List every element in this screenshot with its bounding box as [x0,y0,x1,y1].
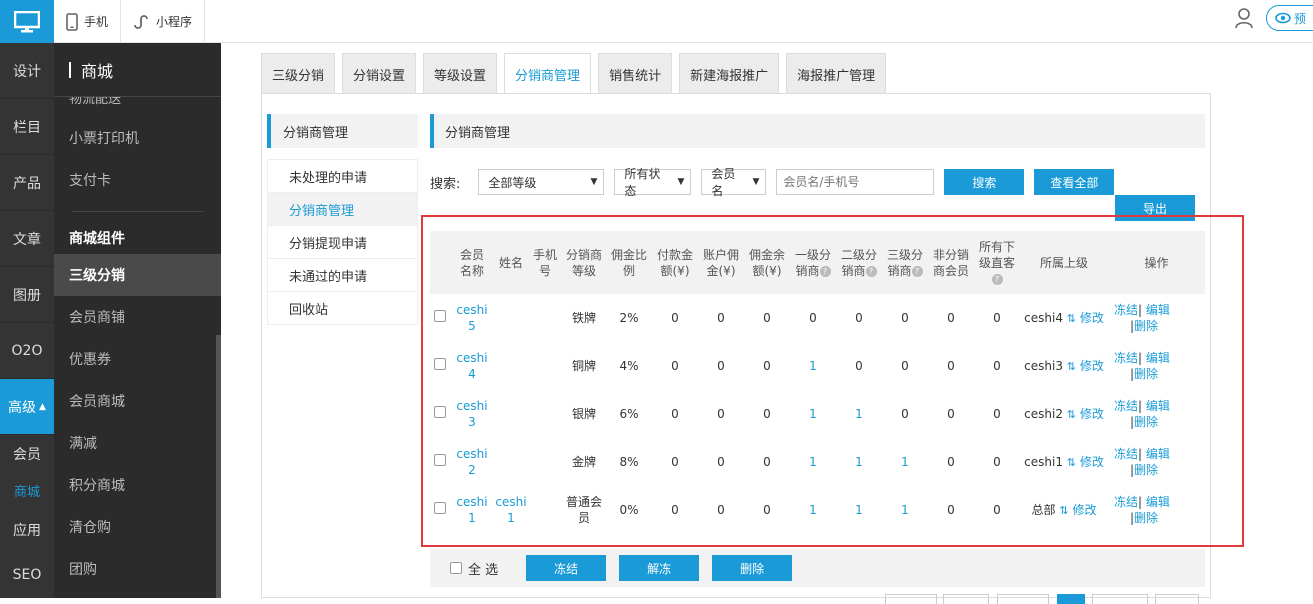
preview-button[interactable]: 预 [1266,5,1313,31]
view-all-button[interactable]: 查看全部 [1034,169,1115,195]
nav-album[interactable]: 图册 [0,267,54,323]
subnav-full-reduction[interactable]: 满减 [54,422,221,464]
nav-apps[interactable]: 应用 [0,509,54,551]
bulk-freeze-button[interactable]: 冻结 [526,555,607,581]
subnav-clearance[interactable]: 清仓购 [54,506,221,548]
left-nav: 设计 栏目 产品 文章 图册 O2O 高级 ▲ 会员 商城 应用 SEO [0,43,54,598]
subnav-group-title: 商城组件 [69,231,125,247]
select-all[interactable]: 全 选 [450,559,498,578]
nav-advanced[interactable]: 高级 ▲ [0,379,54,435]
tab-three-level[interactable]: 三级分销 [261,53,336,94]
mini-program-icon [134,14,148,29]
subnav-three-level[interactable]: 三级分销 [54,254,221,296]
caret-up-icon: ▲ [39,401,46,412]
subnav-group-buy[interactable]: 团购 [54,548,221,590]
subnav-ticket-printer[interactable]: 小票打印机 [54,117,221,159]
caret-down-icon: ▼ [677,177,685,187]
search-row: 搜索: 全部等级 ▼ 所有状态 ▼ 会员名 ▼ 搜索 查看全部 [430,167,1115,198]
subnav-scrollbar[interactable] [216,335,221,598]
select-all-label: 全 选 [468,562,499,578]
caret-down-icon: ▼ [752,177,760,187]
tab-sales-stats[interactable]: 销售统计 [598,53,673,94]
subnav-title: 商城 [54,43,221,97]
sub-nav: 商城 物流配送 小票打印机 支付卡 商城组件 三级分销 会员商铺 优惠券 会员商… [54,43,221,598]
monitor-icon [14,10,40,32]
subnav-logistics[interactable]: 物流配送 [54,97,221,107]
field-select-value: 会员名 [711,167,736,198]
subnav-member-mall[interactable]: 会员商城 [54,380,221,422]
top-bar: 手机 小程序 预 [0,0,1313,43]
pager-current[interactable] [1057,594,1085,604]
pager-button[interactable] [1092,594,1148,604]
nav-design[interactable]: 设计 [0,43,54,99]
menu-pending[interactable]: 未处理的申请 [268,160,417,193]
subnav-member-shop[interactable]: 会员商铺 [54,296,221,338]
caret-down-icon: ▼ [590,177,598,187]
subnav-pay-card[interactable]: 支付卡 [54,159,221,201]
nav-mall[interactable]: 商城 [0,472,54,509]
nav-o2o[interactable]: O2O [0,323,54,379]
subnav-title-text: 商城 [81,61,114,81]
device-mini-tab[interactable]: 小程序 [120,0,206,43]
main-tabs: 三级分销 分销设置 等级设置 分销商管理 销售统计 新建海报推广 海报推广管理 [261,53,887,95]
field-select[interactable]: 会员名 ▼ [701,167,767,198]
level-select[interactable]: 全部等级 ▼ [478,169,605,195]
bulk-actions: 全 选 冻结 解冻 删除 [430,549,1205,587]
tab-levels[interactable]: 等级设置 [423,53,498,94]
menu-rejected[interactable]: 未通过的申请 [268,259,417,292]
search-button[interactable]: 搜索 [944,169,1025,195]
eye-icon [1275,12,1291,24]
level-select-value: 全部等级 [488,175,537,190]
tab-new-poster[interactable]: 新建海报推广 [679,53,780,94]
side-menu-list: 未处理的申请 分销商管理 分销提现申请 未通过的申请 回收站 [267,159,418,325]
menu-distributor-manage[interactable]: 分销商管理 [268,193,417,226]
tab-settings[interactable]: 分销设置 [342,53,417,94]
pager-button[interactable] [943,594,989,604]
nav-column[interactable]: 栏目 [0,99,54,155]
device-phone-tab[interactable]: 手机 [54,0,122,43]
search-label: 搜索: [430,176,461,192]
pager-button[interactable] [885,594,937,604]
side-menu-title: 分销商管理 [267,114,418,148]
nav-member[interactable]: 会员 [0,435,54,472]
nav-product[interactable]: 产品 [0,155,54,211]
nav-article[interactable]: 文章 [0,211,54,267]
subnav-divider [72,211,203,212]
menu-withdraw[interactable]: 分销提现申请 [268,226,417,259]
select-all-checkbox[interactable] [450,562,462,574]
subnav-points-mall[interactable]: 积分商城 [54,464,221,506]
device-mini-label: 小程序 [156,15,193,29]
bulk-delete-button[interactable]: 删除 [712,555,793,581]
pager-button[interactable] [1155,594,1199,604]
nav-advanced-label: 高级 [8,399,37,416]
phone-icon [66,12,78,31]
title-bar-marker [69,61,71,78]
device-phone-label: 手机 [84,15,109,29]
menu-recycle[interactable]: 回收站 [268,292,417,325]
desktop-logo-button[interactable] [0,0,54,43]
highlight-box [421,215,1244,547]
status-select-value: 所有状态 [624,167,661,198]
pager-button[interactable] [997,594,1049,604]
content-title: 分销商管理 [430,114,1205,148]
subnav-coupon[interactable]: 优惠券 [54,338,221,380]
search-input[interactable] [776,169,935,195]
preview-label: 预 [1294,11,1307,26]
side-menu: 分销商管理 未处理的申请 分销商管理 分销提现申请 未通过的申请 回收站 [267,114,418,325]
tab-distributor-manage[interactable]: 分销商管理 [504,53,592,95]
status-select[interactable]: 所有状态 ▼ [614,167,692,198]
user-icon[interactable] [1234,7,1254,33]
nav-seo[interactable]: SEO [0,551,54,599]
tab-poster-manage[interactable]: 海报推广管理 [786,53,887,94]
bulk-unfreeze-button[interactable]: 解冻 [619,555,700,581]
